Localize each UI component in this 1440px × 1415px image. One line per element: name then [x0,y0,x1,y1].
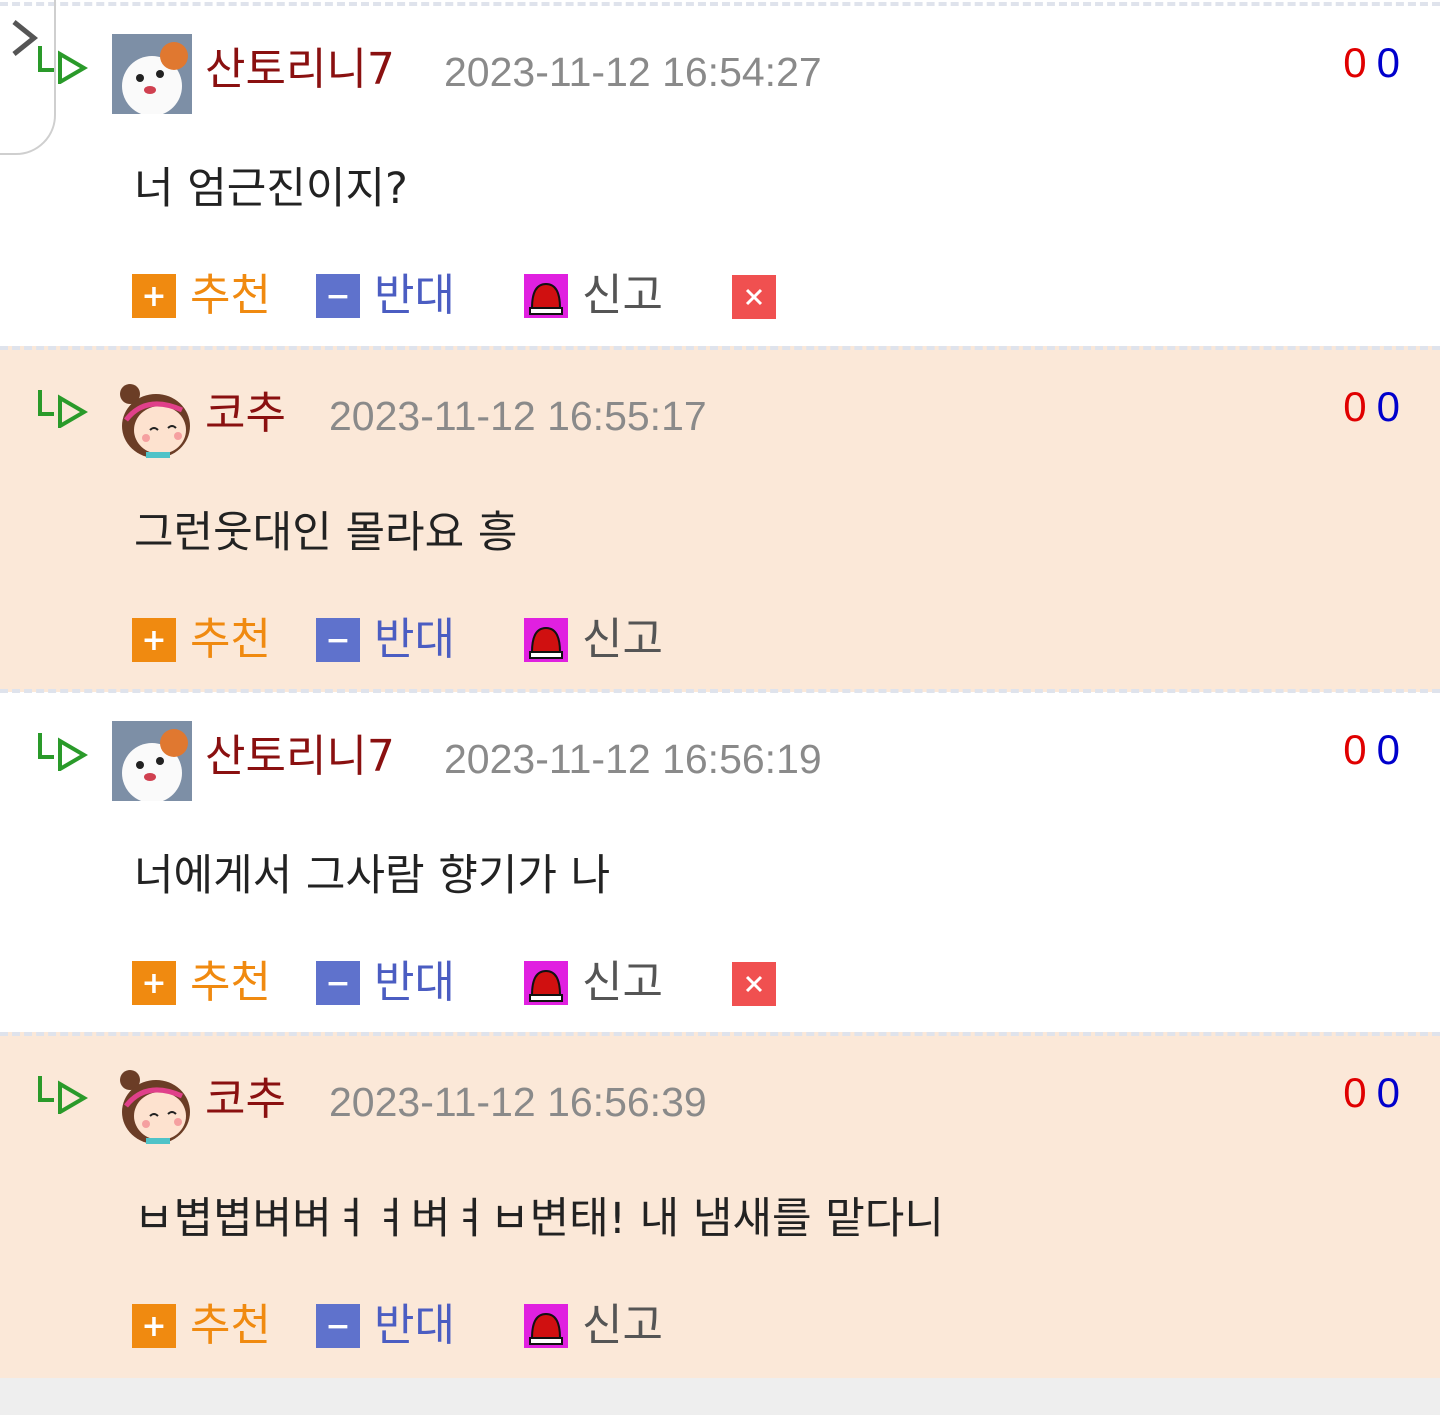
vote-up-count: 0 [1343,726,1367,773]
avatar[interactable] [116,1066,194,1144]
reply-arrow-icon [38,390,88,428]
siren-icon [524,274,568,318]
comment-author[interactable]: 코추 [205,392,286,436]
comment-actions: + 추천 − 반대 신고 [132,272,832,320]
vote-down-count: 0 [1376,383,1400,430]
report-label: 신고 [582,270,663,321]
reply-arrow-icon [38,733,88,771]
comment-date: 2023-11-12 16:55:17 [329,393,707,439]
oppose-label: 반대 [374,270,455,321]
report-button[interactable]: 신고 [524,616,663,664]
plus-icon: + [132,961,176,1005]
recommend-label: 추천 [190,957,271,1008]
report-label: 신고 [582,957,663,1008]
comment-author[interactable]: 산토리니7 [205,735,395,779]
siren-icon [524,618,568,662]
recommend-label: 추천 [190,1300,271,1351]
hamster-avatar-icon [112,34,192,114]
avatar[interactable] [116,380,194,458]
vote-counts: 00 [1343,386,1400,428]
report-button[interactable]: 신고 [524,1302,663,1350]
comment-author[interactable]: 코추 [205,1078,286,1122]
recommend-button[interactable]: + 추천 [132,1302,271,1350]
comment-item: 코추 2023-11-12 16:56:39 00 ㅂ볍볍벼벼ㅕㅕ벼ㅕㅂ변태! … [0,1032,1440,1378]
comment-date: 2023-11-12 16:54:27 [444,49,822,95]
vote-down-count: 0 [1376,39,1400,86]
recommend-label: 추천 [190,614,271,665]
comment-item: 산토리니7 2023-11-12 16:56:19 00 너에게서 그사람 향기… [0,689,1440,1035]
minus-icon: − [316,618,360,662]
hamster-avatar-icon [112,721,192,801]
comment-item: 코추 2023-11-12 16:55:17 00 그런웃대인 몰라요 흥 + 추… [0,346,1440,692]
minus-icon: − [316,1304,360,1348]
avatar[interactable] [112,34,192,114]
comment-body: 너에게서 그사람 향기가 나 [134,851,611,901]
vote-down-count: 0 [1376,726,1400,773]
delete-button[interactable] [732,275,776,319]
recommend-label: 추천 [190,270,271,321]
comment-item: 산토리니7 2023-11-12 16:54:27 00 너 엄근진이지? + 추… [0,0,1440,348]
oppose-button[interactable]: − 반대 [316,959,455,1007]
reply-arrow-icon [38,46,88,84]
recommend-button[interactable]: + 추천 [132,959,271,1007]
comment-date: 2023-11-12 16:56:19 [444,736,822,782]
next-item-preview [0,1378,1440,1415]
vote-counts: 00 [1343,1072,1400,1114]
oppose-button[interactable]: − 반대 [316,272,455,320]
avatar[interactable] [112,721,192,801]
vote-up-count: 0 [1343,383,1367,430]
comment-date: 2023-11-12 16:56:39 [329,1079,707,1125]
siren-icon [524,1304,568,1348]
minus-icon: − [316,274,360,318]
siren-icon [524,961,568,1005]
girl-avatar-icon [120,1070,190,1144]
close-icon [745,288,763,306]
comment-body: ㅂ볍볍벼벼ㅕㅕ벼ㅕㅂ변태! 내 냄새를 맡다니 [134,1194,944,1244]
comment-body: 너 엄근진이지? [134,164,408,214]
vote-up-count: 0 [1343,39,1367,86]
girl-avatar-icon [120,384,190,458]
vote-counts: 00 [1343,729,1400,771]
comment-actions: + 추천 − 반대 신고 [132,959,832,1007]
reply-arrow-icon [38,1076,88,1114]
oppose-button[interactable]: − 반대 [316,616,455,664]
plus-icon: + [132,618,176,662]
comment-actions: + 추천 − 반대 신고 [132,1302,832,1350]
oppose-label: 반대 [374,1300,455,1351]
comment-body: 그런웃대인 몰라요 흥 [134,508,518,558]
plus-icon: + [132,1304,176,1348]
vote-counts: 00 [1343,42,1400,84]
report-label: 신고 [582,1300,663,1351]
comment-author[interactable]: 산토리니7 [205,48,395,92]
report-button[interactable]: 신고 [524,272,663,320]
report-button[interactable]: 신고 [524,959,663,1007]
vote-up-count: 0 [1343,1069,1367,1116]
oppose-label: 반대 [374,957,455,1008]
oppose-button[interactable]: − 반대 [316,1302,455,1350]
oppose-label: 반대 [374,614,455,665]
delete-button[interactable] [732,962,776,1006]
vote-down-count: 0 [1376,1069,1400,1116]
comment-actions: + 추천 − 반대 신고 [132,616,832,664]
recommend-button[interactable]: + 추천 [132,616,271,664]
report-label: 신고 [582,614,663,665]
close-icon [745,975,763,993]
minus-icon: − [316,961,360,1005]
recommend-button[interactable]: + 추천 [132,272,271,320]
plus-icon: + [132,274,176,318]
